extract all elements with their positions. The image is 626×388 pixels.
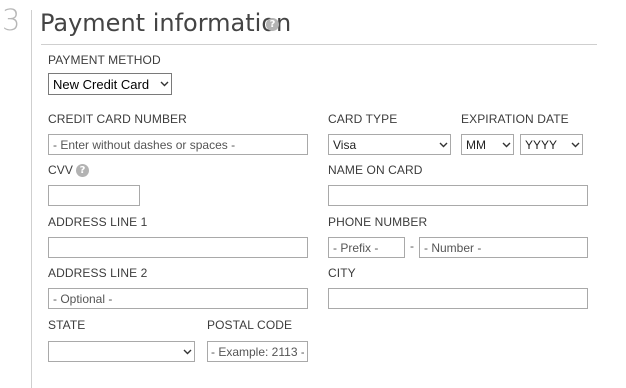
state-label: STATE: [48, 318, 86, 332]
address-line-2-input[interactable]: [48, 288, 308, 309]
chevron-down-icon: [568, 135, 582, 154]
city-input[interactable]: [328, 288, 588, 309]
postal-code-label: POSTAL CODE: [207, 318, 293, 332]
cvv-label: CVV: [48, 163, 73, 177]
expiration-month-value: MM: [466, 137, 486, 152]
payment-method-value: New Credit Card: [53, 76, 150, 92]
credit-card-number-input[interactable]: [48, 134, 308, 155]
address-line-1-label: ADDRESS LINE 1: [48, 215, 148, 229]
name-on-card-label: NAME ON CARD: [328, 163, 423, 177]
expiration-date-label: EXPIRATION DATE: [461, 112, 569, 126]
cvv-input[interactable]: [48, 185, 140, 206]
step-divider: [31, 10, 32, 388]
state-select[interactable]: [48, 341, 195, 362]
postal-code-input[interactable]: [207, 341, 308, 362]
name-on-card-input[interactable]: [328, 185, 588, 206]
payment-method-select[interactable]: New Credit Card: [48, 73, 172, 95]
payment-method-label: PAYMENT METHOD: [48, 53, 161, 67]
chevron-down-icon: [436, 135, 450, 154]
city-label: CITY: [328, 266, 356, 280]
chevron-down-icon: [180, 342, 194, 361]
card-type-select[interactable]: Visa: [328, 134, 451, 155]
chevron-down-icon: [499, 135, 513, 154]
section-title: Payment information: [40, 9, 292, 37]
expiration-year-select[interactable]: YYYY: [520, 134, 583, 155]
help-icon[interactable]: ?: [266, 18, 279, 31]
chevron-down-icon: [157, 74, 171, 94]
phone-separator: -: [410, 239, 414, 253]
expiration-month-select[interactable]: MM: [461, 134, 514, 155]
phone-number-label: PHONE NUMBER: [328, 215, 428, 229]
step-number: 3: [2, 3, 21, 37]
card-type-value: Visa: [333, 137, 357, 152]
section-rule: [41, 44, 597, 45]
address-line-1-input[interactable]: [48, 237, 308, 258]
card-type-label: CARD TYPE: [328, 112, 398, 126]
phone-number-input[interactable]: [419, 237, 588, 258]
address-line-2-label: ADDRESS LINE 2: [48, 266, 148, 280]
phone-prefix-input[interactable]: [328, 237, 405, 258]
cvv-help-icon[interactable]: ?: [76, 164, 89, 177]
credit-card-number-label: CREDIT CARD NUMBER: [48, 112, 187, 126]
expiration-year-value: YYYY: [525, 137, 558, 152]
